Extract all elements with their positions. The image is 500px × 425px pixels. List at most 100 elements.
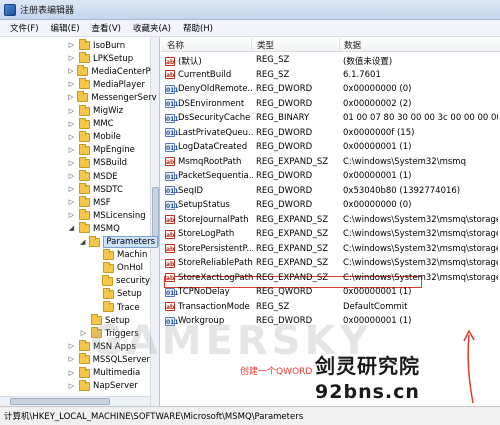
value-name-cell: ab (默认) [165,55,253,67]
tree-item-label: MSF [93,197,111,208]
tree-item[interactable]: security [0,274,150,288]
column-separator[interactable] [339,38,340,51]
expand-arrow-icon[interactable]: ▷ [68,68,73,75]
tree-item[interactable]: ▷ LPKSetup [0,52,150,65]
value-row[interactable]: 011 DSEnvironment REG_DWORD 0x00000002 (2) [161,98,500,111]
value-row[interactable]: 011 LogDataCreated REG_DWORD 0x00000001 (1) [161,141,500,154]
annotation-text: 创建一个QWORD [240,367,313,377]
tree-item[interactable]: ▷ MSDE [0,170,150,183]
menu-file[interactable]: 文件(F) [4,22,45,34]
value-name: SeqID [178,185,204,196]
tree-hscroll-thumb[interactable] [10,398,110,405]
tree-item[interactable]: ▷ Mobile [0,130,150,144]
tree-item[interactable]: ◢ Parameters [0,235,159,249]
expand-arrow-icon[interactable]: ▷ [68,146,75,154]
column-header-name[interactable]: 名称 [167,39,184,51]
menu-view[interactable]: 查看(V) [86,22,127,34]
value-row[interactable]: 011 SeqID REG_DWORD 0x53040b80 (1392774016) [161,185,500,198]
value-row[interactable]: 011 PacketSequentia... REG_DWORD 0x00000001… [161,170,500,183]
expand-arrow-icon[interactable]: ▷ [68,382,75,390]
values-list-header: 名称 类型 数据 [161,37,500,52]
tree-item[interactable]: ▷ MediaPlayer [0,78,150,91]
expand-arrow-icon[interactable]: ▷ [68,42,75,49]
collapse-arrow-icon[interactable]: ◢ [68,225,75,232]
tree-item[interactable]: Trace [0,301,150,314]
value-data: C:\windows\System32\msmq\storage [343,258,498,268]
tree-item[interactable]: ▷ MediaCenterP [0,65,151,78]
tree-item[interactable]: ▷ NapServer [0,379,150,393]
expand-arrow-icon[interactable]: ▷ [68,120,75,128]
tree-item[interactable]: ◢ MSMQ [0,222,150,235]
value-name: PacketSequentia... [178,171,253,181]
expand-arrow-icon[interactable]: ▷ [68,369,75,377]
folder-icon [79,143,90,155]
expand-arrow-icon[interactable]: ▷ [68,199,75,206]
tree-item[interactable]: ▷ IsoBurn [0,39,150,52]
value-row[interactable]: ab StorePersistentP... REG_EXPAND_SZ C:\win… [161,243,500,256]
tree-item[interactable]: ▷ MSDTC [0,183,150,196]
column-separator[interactable] [251,38,252,51]
value-row[interactable]: 011 SetupStatus REG_DWORD 0x00000000 (0) [161,199,500,212]
brand-logo-en: 92bns.cn [315,381,420,403]
tree-item[interactable]: ▷ MSLicensing [0,209,150,222]
expand-arrow-icon[interactable]: ▷ [68,107,75,115]
value-row[interactable]: 011 TCPNoDelay REG_QWORD 0x00000001 (1) [161,286,500,299]
tree-item[interactable]: ▷ Multimedia [0,366,150,380]
collapse-arrow-icon[interactable]: ◢ [80,238,85,246]
value-name: LastPrivateQueu... [178,127,253,138]
expand-arrow-icon[interactable]: ▷ [68,212,75,219]
expand-arrow-icon [80,317,87,324]
value-row[interactable]: 011 DenyOldRemote... REG_DWORD 0x00000000 (… [161,83,500,96]
menu-edit[interactable]: 编辑(E) [45,22,86,34]
tree-item-label: Multimedia [93,368,141,378]
value-row[interactable]: 011 DsSecurityCache REG_BINARY 01 00 07 80 … [161,112,500,125]
expand-arrow-icon[interactable]: ▷ [68,159,75,167]
expand-arrow-icon[interactable]: ▷ [68,343,75,350]
expand-arrow-icon[interactable]: ▷ [68,186,75,193]
expand-arrow-icon [92,265,99,272]
tree-item[interactable]: ▷ MSBuild [0,156,150,170]
expand-arrow-icon[interactable]: ▷ [80,330,87,337]
value-row[interactable]: ab StoreJournalPath REG_EXPAND_SZ C:\window… [161,214,500,227]
tree-item-label: MSDE [93,171,118,182]
column-header-data[interactable]: 数据 [344,39,361,51]
value-row[interactable]: ab StoreLogPath REG_EXPAND_SZ C:\windows\Sy… [161,228,500,241]
tree-item[interactable]: ▷ MpEngine [0,143,150,157]
expand-arrow-icon[interactable]: ▷ [68,133,75,141]
expand-arrow-icon[interactable]: ▷ [68,173,75,180]
column-header-type[interactable]: 类型 [257,39,274,51]
tree-item-label: MigWiz [93,106,124,116]
tree-item[interactable]: ▷ MessengerServ [0,91,157,104]
value-row[interactable]: ab MsmqRootPath REG_EXPAND_SZ C:\windows\Sy… [161,156,500,169]
expand-arrow-icon[interactable]: ▷ [68,55,75,62]
value-name-cell: 011 DsSecurityCache [165,113,253,123]
value-type: REG_BINARY [256,113,310,123]
folder-icon [79,379,90,391]
value-name: (默认) [178,57,202,67]
tree-item-label: NapServer [93,381,138,392]
value-row[interactable]: 011 LastPrivateQueu... REG_DWORD 0x0000000f… [161,127,500,140]
menu-favorites[interactable]: 收藏夹(A) [127,22,177,34]
tree-item[interactable]: ▷ MSF [0,196,150,209]
value-name-cell: 011 LastPrivateQueu... [165,128,253,138]
value-row[interactable]: ab StoreXactLogPath REG_EXPAND_SZ C:\window… [161,272,500,285]
value-data: C:\windows\System32\msmq [343,156,466,167]
value-row[interactable]: ab TransactionMode REG_SZ DefaultCommit [161,301,500,314]
tree-item[interactable]: Setup [0,287,150,301]
value-row[interactable]: ab (默认) REG_SZ (数值未设置) [161,54,500,67]
tree-item[interactable]: ▷ MMC [0,117,150,131]
value-row[interactable]: ab StoreReliablePath REG_EXPAND_SZ C:\windo… [161,257,500,270]
value-name-cell: 011 TCPNoDelay [165,287,253,297]
value-row[interactable]: ab CurrentBuild REG_SZ 6.1.7601 [161,69,500,82]
binary-value-icon: 011 [165,84,179,94]
expand-arrow-icon[interactable]: ▷ [68,356,75,363]
tree-item[interactable]: Machin [0,248,150,262]
tree-horizontal-scrollbar[interactable] [0,396,150,406]
expand-arrow-icon[interactable]: ▷ [68,81,75,88]
expand-arrow-icon [92,291,99,298]
menu-help[interactable]: 帮助(H) [177,22,219,34]
value-name-cell: ab CurrentBuild [165,70,253,80]
expand-arrow-icon[interactable]: ▷ [68,94,73,101]
tree-item[interactable]: OnHol [0,261,150,275]
tree-item[interactable]: ▷ MigWiz [0,104,150,118]
